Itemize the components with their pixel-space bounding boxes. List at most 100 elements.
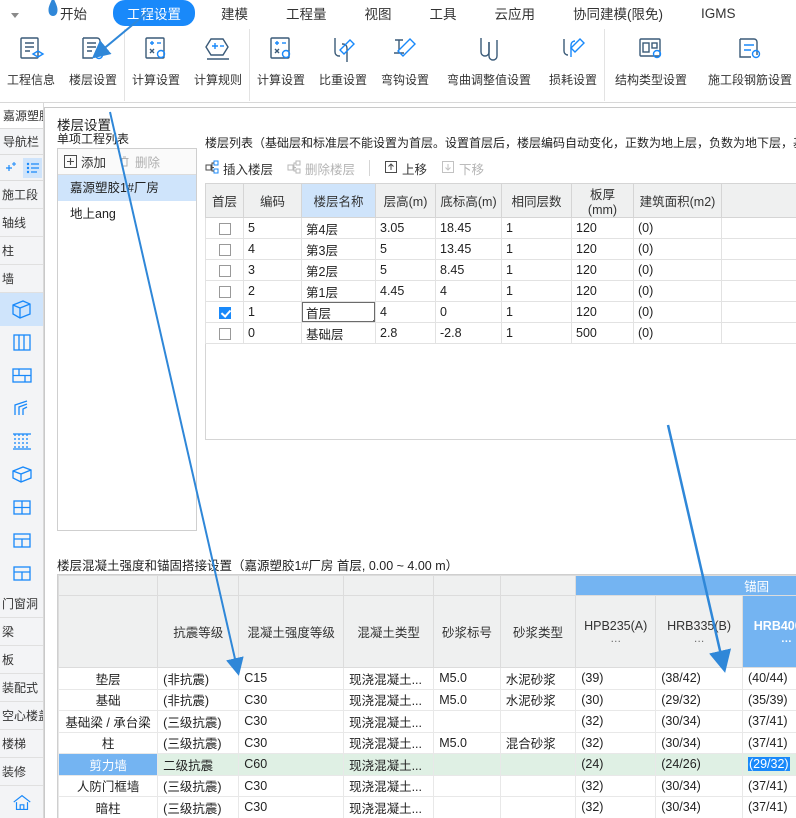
first-floor-checkbox[interactable] xyxy=(205,238,244,260)
floor-name[interactable]: 第4层 xyxy=(301,217,376,239)
shear-wall-icon[interactable] xyxy=(0,392,43,425)
wall-3d-icon[interactable] xyxy=(0,293,43,326)
floor-table-row[interactable]: 0 基础层 2.8 -2.8 1 500 (0) xyxy=(205,322,796,344)
floor-col-header[interactable]: 楼层名称 xyxy=(301,183,376,218)
first-floor-checkbox[interactable] xyxy=(205,280,244,302)
floor-slab-thickness[interactable]: 120 xyxy=(571,301,634,323)
add-project-button[interactable]: 添加 xyxy=(64,152,106,171)
floor-col-header[interactable]: 层高(m) xyxy=(375,183,436,218)
concrete-cell-ctype[interactable]: 现浇混凝土... xyxy=(343,667,435,690)
floor-building-area[interactable]: (0) xyxy=(633,301,722,323)
ribbon-button-弯曲调整值设置[interactable]: 弯曲调整值设置 xyxy=(436,29,542,101)
sidebar-item-装配式[interactable]: 装配式 xyxy=(0,674,43,702)
concrete-cell-hrb400[interactable]: (35/39) xyxy=(741,688,796,711)
ribbon-button-楼层设置[interactable]: 楼层设置 xyxy=(62,29,124,101)
wall-grid-icon[interactable] xyxy=(0,491,43,524)
cell-resize-handle[interactable] xyxy=(373,320,375,322)
floor-slab-thickness[interactable]: 120 xyxy=(571,280,634,302)
floor-base-elevation[interactable]: 13.45 xyxy=(435,238,502,260)
floor-table-row[interactable]: 5 第4层 3.05 18.45 1 120 (0) xyxy=(205,217,796,239)
wall-beam-icon[interactable] xyxy=(0,458,43,491)
concrete-table-row[interactable]: 剪力墙二级抗震C60现浇混凝土...(24)(24/26)(29/32)(35/… xyxy=(58,753,796,776)
concrete-cell-seismic[interactable]: (三级抗震) xyxy=(157,796,240,818)
concrete-cell-grade[interactable]: C15 xyxy=(238,667,345,690)
concrete-col-header-seismic[interactable]: 抗震等级 xyxy=(157,595,240,668)
ribbon-tab-6[interactable]: 云应用 xyxy=(483,0,548,26)
floor-table-row[interactable]: 1 首层 4 0 1 120 (0) xyxy=(205,301,796,323)
concrete-table-row[interactable]: 基础 (非抗震) C30 现浇混凝土... M5.0 水泥砂浆 (30) (29/32) (35… xyxy=(58,688,796,711)
floor-same-count[interactable]: 1 xyxy=(501,238,572,260)
sidebar-item-装修[interactable]: 装修 xyxy=(0,758,43,786)
concrete-cell-seismic[interactable]: 二级抗震 xyxy=(157,753,240,776)
wall-opening-icon[interactable] xyxy=(0,557,43,590)
floor-name[interactable]: 基础层 xyxy=(301,322,376,344)
concrete-cell-ctype[interactable]: 现浇混凝土... xyxy=(343,774,435,797)
ribbon-tab-8[interactable]: IGMS xyxy=(689,3,748,24)
concrete-cell-grade[interactable]: C60 xyxy=(238,753,345,776)
floor-height[interactable]: 2.8 xyxy=(375,322,436,344)
concrete-cell-hrb335[interactable]: (30/34) xyxy=(655,774,743,797)
concrete-cell-mtype[interactable] xyxy=(499,796,577,818)
floor-same-count[interactable]: 1 xyxy=(501,217,572,239)
concrete-cell-hrb400[interactable]: (37/41) xyxy=(741,710,796,733)
sidebar-item-轴线[interactable]: 轴线 xyxy=(0,209,43,237)
concrete-cell-mtype[interactable]: 水泥砂浆 xyxy=(499,688,577,711)
first-floor-checkbox[interactable] xyxy=(205,322,244,344)
concrete-cell-hpb235[interactable]: (30) xyxy=(575,688,657,711)
concrete-cell-mtype[interactable]: 水泥砂浆 xyxy=(499,667,577,690)
checkbox-glyph[interactable] xyxy=(218,243,231,256)
concrete-cell-hpb235[interactable]: (32) xyxy=(575,774,657,797)
concrete-col-header-mtype[interactable]: 砂浆类型 xyxy=(499,595,577,668)
concrete-cell-mgrade[interactable]: M5.0 xyxy=(433,688,501,711)
floor-base-elevation[interactable]: 4 xyxy=(435,280,502,302)
concrete-cell-grade[interactable]: C30 xyxy=(238,796,345,818)
sidebar-item-墙[interactable]: 墙 xyxy=(0,265,43,293)
concrete-cell-hpb235[interactable]: (24) xyxy=(575,753,657,776)
sidebar-item-板[interactable]: 板 xyxy=(0,646,43,674)
concrete-cell-mgrade[interactable]: M5.0 xyxy=(433,731,501,754)
concrete-col-header-ctype[interactable]: 混凝土类型 xyxy=(343,595,435,668)
concrete-cell-grade[interactable]: C30 xyxy=(238,731,345,754)
floor-code[interactable]: 1 xyxy=(243,301,302,323)
ribbon-button-弯钩设置[interactable]: 弯钩设置 xyxy=(374,29,436,101)
concrete-cell-seismic[interactable]: (三级抗震) xyxy=(157,774,240,797)
ribbon-button-结构类型设置[interactable]: 结构类型设置 xyxy=(605,29,697,101)
concrete-cell-grade[interactable]: C30 xyxy=(238,710,345,733)
floor-table-row[interactable]: 3 第2层 5 8.45 1 120 (0) xyxy=(205,259,796,281)
wall-panel-icon[interactable] xyxy=(0,326,43,359)
concrete-cell-hpb235[interactable]: (32) xyxy=(575,796,657,818)
concrete-cell-name[interactable]: 垫层 xyxy=(58,667,159,690)
concrete-col-header-hpb235[interactable]: HPB235(A)… xyxy=(575,595,657,668)
concrete-cell-hrb335[interactable]: (30/34) xyxy=(655,710,743,733)
concrete-table-wrapper[interactable]: 锚固 抗震等级 混凝土强度等级 混凝土类型 砂浆标号 砂浆类型 HPB235(A)… HRB… xyxy=(57,574,796,818)
floor-base-elevation[interactable]: -2.8 xyxy=(435,322,502,344)
delete-project-button[interactable]: 删除 xyxy=(118,152,160,171)
floor-building-area[interactable]: (0) xyxy=(633,238,722,260)
floor-height[interactable]: 5 xyxy=(375,238,436,260)
floor-col-header[interactable]: 相同层数 xyxy=(501,183,572,218)
concrete-cell-mgrade[interactable] xyxy=(433,753,501,776)
ribbon-button-施工段钢筋设置[interactable]: 施工段钢筋设置 xyxy=(697,29,796,101)
add-point-icon[interactable] xyxy=(2,158,21,178)
concrete-cell-mtype[interactable] xyxy=(499,774,577,797)
floor-height[interactable]: 4.45 xyxy=(375,280,436,302)
concrete-table-row[interactable]: 基础梁 / 承台梁 (三级抗震) C30 现浇混凝土... (32) (30/34) (37… xyxy=(58,710,796,733)
ribbon-tab-4[interactable]: 视图 xyxy=(353,0,404,26)
floor-building-area[interactable]: (0) xyxy=(633,322,722,344)
ribbon-button-比重设置[interactable]: 比重设置 xyxy=(312,29,374,101)
ribbon-button-计算规则[interactable]: 计算规则 xyxy=(187,29,249,101)
floor-col-header[interactable]: 板厚(mm) xyxy=(571,183,634,218)
concrete-cell-seismic[interactable]: (三级抗震) xyxy=(157,731,240,754)
concrete-col-header-hrb335[interactable]: HRB335(B)… xyxy=(655,595,743,668)
concrete-table-row[interactable]: 人防门框墙 (三级抗震) C30 现浇混凝土... (32) (30/34) (37/41)… xyxy=(58,774,796,797)
concrete-cell-ctype[interactable]: 现浇混凝土... xyxy=(343,688,435,711)
sidebar-item-施工段[interactable]: 施工段 xyxy=(0,181,43,209)
concrete-col-header-grade[interactable]: 混凝土强度等级 xyxy=(238,595,345,668)
concrete-cell-hrb335[interactable]: (30/34) xyxy=(655,796,743,818)
concrete-cell-hrb400[interactable]: (37/41) xyxy=(741,774,796,797)
concrete-cell-hrb400[interactable]: (29/32) xyxy=(741,753,796,776)
floor-name[interactable]: 首层 xyxy=(301,301,376,323)
floor-table-row[interactable]: 4 第3层 5 13.45 1 120 (0) xyxy=(205,238,796,260)
checkbox-glyph[interactable] xyxy=(218,327,231,340)
floor-same-count[interactable]: 1 xyxy=(501,280,572,302)
